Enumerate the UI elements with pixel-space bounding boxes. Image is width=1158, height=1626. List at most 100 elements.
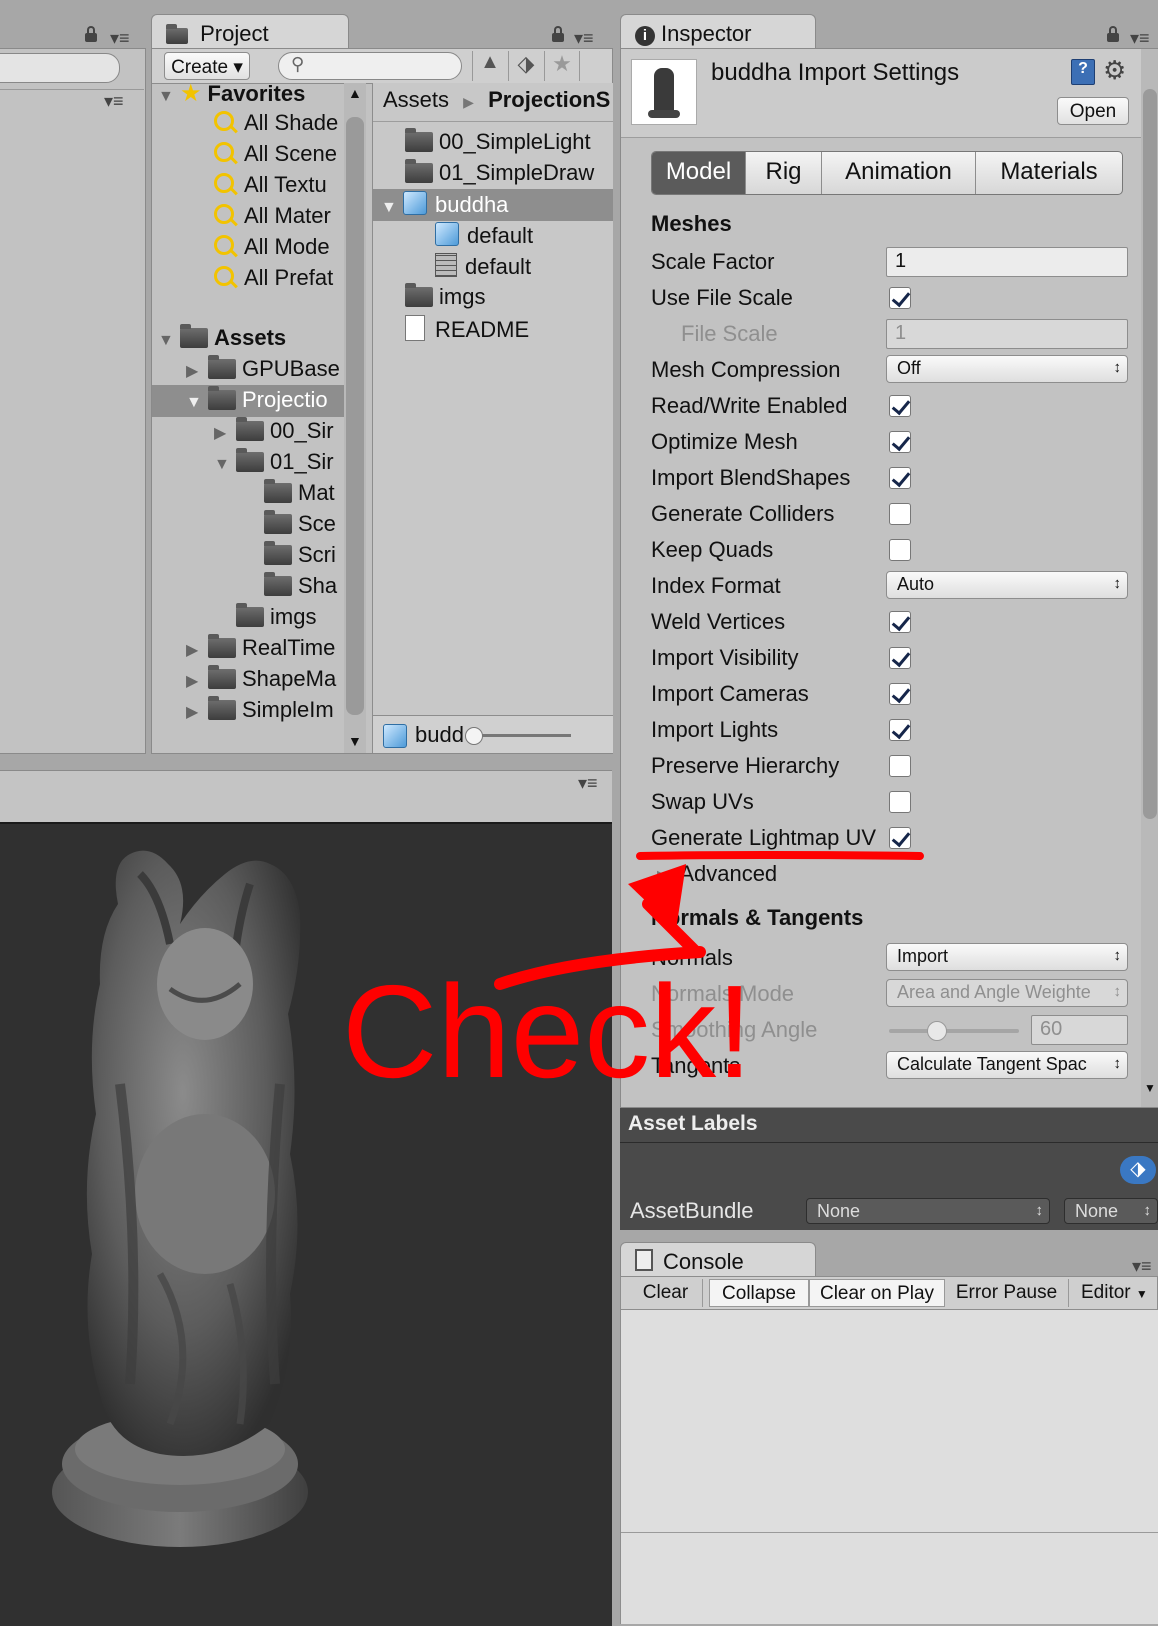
- tab-animation[interactable]: Animation: [822, 152, 976, 194]
- normals-mode-dropdown[interactable]: Area and Angle Weighte: [886, 979, 1128, 1007]
- scene-panel-menu-icon[interactable]: ▾≡: [578, 773, 598, 794]
- icon-size-slider[interactable]: [465, 727, 571, 745]
- expand-triangle-icon[interactable]: ▶: [186, 640, 208, 660]
- favorites-item[interactable]: All Shade: [214, 110, 338, 136]
- inspector-scrollbar[interactable]: ▼: [1141, 49, 1158, 1107]
- smoothing-angle-slider-handle[interactable]: [927, 1021, 947, 1041]
- advanced-foldout[interactable]: ▶ Advanced: [657, 861, 777, 887]
- generate-colliders-checkbox[interactable]: [889, 503, 911, 525]
- mesh-compression-dropdown[interactable]: Off: [886, 355, 1128, 383]
- tab-inspector[interactable]: i Inspector: [620, 14, 816, 50]
- assetbundle-dropdown[interactable]: None: [806, 1198, 1050, 1224]
- console-editor-dropdown[interactable]: Editor ▼: [1073, 1279, 1158, 1307]
- filter-by-type-icon[interactable]: ▲: [472, 51, 507, 81]
- index-format-dropdown[interactable]: Auto: [886, 571, 1128, 599]
- tree-item[interactable]: Scri: [264, 541, 336, 568]
- help-book-icon[interactable]: ?: [1071, 59, 1095, 85]
- tangents-dropdown[interactable]: Calculate Tangent Spac: [886, 1051, 1128, 1079]
- weld-vertices-checkbox[interactable]: [889, 611, 911, 633]
- open-button[interactable]: Open: [1057, 97, 1129, 125]
- gear-icon[interactable]: ⚙: [1103, 55, 1126, 86]
- file-item[interactable]: 00_SimpleLight: [405, 128, 591, 155]
- favorites-item[interactable]: All Mode: [214, 234, 330, 260]
- collapse-triangle-icon[interactable]: ▼: [214, 456, 236, 474]
- tree-item[interactable]: Sha: [264, 572, 337, 599]
- import-lights-checkbox[interactable]: [889, 719, 911, 741]
- tree-item[interactable]: Sce: [264, 510, 336, 537]
- console-log-area[interactable]: [620, 1310, 1158, 1624]
- smoothing-angle-slider[interactable]: [889, 1021, 1019, 1041]
- smoothing-angle-field[interactable]: 60: [1031, 1015, 1128, 1045]
- collapse-triangle-icon[interactable]: ▼: [381, 199, 403, 217]
- file-item[interactable]: README: [405, 315, 529, 343]
- import-blendshapes-checkbox[interactable]: [889, 467, 911, 489]
- collapse-triangle-icon[interactable]: ▼: [158, 332, 180, 350]
- tree-item[interactable]: ▶ GPUBase: [186, 355, 340, 382]
- import-visibility-checkbox[interactable]: [889, 647, 911, 669]
- console-collapse-button[interactable]: Collapse: [709, 1279, 809, 1307]
- favorites-item[interactable]: All Textu: [214, 172, 327, 198]
- expand-triangle-icon[interactable]: ▶: [186, 702, 208, 722]
- expand-triangle-icon[interactable]: ▶: [657, 868, 669, 885]
- collapse-triangle-icon[interactable]: ▼: [186, 394, 208, 412]
- assetbundle-variant-dropdown[interactable]: None: [1064, 1198, 1158, 1224]
- add-label-tag-icon[interactable]: ⬗: [1120, 1156, 1156, 1184]
- scroll-down-arrow-icon[interactable]: ▼: [348, 733, 362, 749]
- use-file-scale-checkbox[interactable]: [889, 287, 911, 309]
- tree-item[interactable]: Mat: [264, 479, 335, 506]
- console-clear-button[interactable]: Clear: [629, 1279, 703, 1307]
- breadcrumb-current[interactable]: ProjectionS: [488, 87, 610, 112]
- hierarchy-lock-icon[interactable]: [85, 26, 97, 42]
- file-item-selected[interactable]: ▼ buddha: [381, 191, 508, 218]
- file-scale-field[interactable]: 1: [886, 319, 1128, 349]
- file-item[interactable]: 01_SimpleDraw: [405, 159, 594, 186]
- tab-console[interactable]: Console: [620, 1242, 816, 1278]
- file-item[interactable]: default: [435, 222, 533, 249]
- read-write-enabled-checkbox[interactable]: [889, 395, 911, 417]
- expand-triangle-icon[interactable]: ▶: [214, 423, 236, 443]
- import-cameras-checkbox[interactable]: [889, 683, 911, 705]
- favorites-header[interactable]: ▼ ★ Favorites: [158, 83, 305, 108]
- scene-viewport[interactable]: [0, 822, 612, 1626]
- preserve-hierarchy-checkbox[interactable]: [889, 755, 911, 777]
- breadcrumb-root[interactable]: Assets: [383, 87, 449, 112]
- tab-materials[interactable]: Materials: [976, 152, 1122, 194]
- filter-by-label-icon[interactable]: ⬗: [508, 51, 543, 81]
- create-button[interactable]: Create ▾: [164, 52, 250, 80]
- tab-project[interactable]: Project: [151, 14, 349, 50]
- tree-item[interactable]: imgs: [236, 603, 316, 630]
- tree-item[interactable]: ▶ ShapeMa: [186, 665, 336, 692]
- favorite-star-icon[interactable]: ★: [544, 51, 580, 81]
- scale-factor-field[interactable]: 1: [886, 247, 1128, 277]
- inspector-panel-menu-icon[interactable]: ▾≡: [1130, 28, 1150, 49]
- console-error-pause-button[interactable]: Error Pause: [945, 1279, 1069, 1307]
- collapse-triangle-icon[interactable]: ▼: [158, 88, 180, 106]
- tab-rig[interactable]: Rig: [746, 152, 822, 194]
- tab-model[interactable]: Model: [652, 152, 746, 194]
- assets-root[interactable]: ▼ Assets: [158, 324, 286, 351]
- project-search-input[interactable]: ⚲: [278, 52, 462, 80]
- hierarchy-menu-icon[interactable]: ▾≡: [104, 91, 124, 112]
- swap-uvs-checkbox[interactable]: [889, 791, 911, 813]
- expand-triangle-icon[interactable]: ▶: [186, 671, 208, 691]
- favorites-item[interactable]: All Scene: [214, 141, 337, 167]
- inspector-lock-icon[interactable]: [1107, 26, 1119, 42]
- project-lock-icon[interactable]: [552, 26, 564, 42]
- console-panel-menu-icon[interactable]: ▾≡: [1132, 1256, 1152, 1277]
- icon-size-slider-handle[interactable]: [465, 727, 483, 745]
- tree-scrollbar-thumb[interactable]: [346, 117, 364, 715]
- tree-item[interactable]: ▼ 01_Sir: [214, 448, 334, 475]
- tree-item-selected[interactable]: ▼ Projectio: [186, 386, 328, 413]
- tree-item[interactable]: ▶ 00_Sir: [214, 417, 334, 444]
- scroll-down-arrow-icon[interactable]: ▼: [1144, 1081, 1156, 1095]
- tree-scrollbar[interactable]: ▲ ▼: [344, 83, 366, 753]
- keep-quads-checkbox[interactable]: [889, 539, 911, 561]
- hierarchy-search-field[interactable]: [0, 53, 120, 83]
- console-clear-on-play-button[interactable]: Clear on Play: [809, 1279, 945, 1307]
- hierarchy-panel-menu-icon[interactable]: ▾≡: [110, 28, 130, 49]
- project-panel-menu-icon[interactable]: ▾≡: [574, 28, 594, 49]
- tree-item[interactable]: ▶ SimpleIm: [186, 696, 334, 723]
- file-item[interactable]: default: [435, 253, 531, 280]
- expand-triangle-icon[interactable]: ▶: [186, 361, 208, 381]
- favorites-item[interactable]: All Mater: [214, 203, 331, 229]
